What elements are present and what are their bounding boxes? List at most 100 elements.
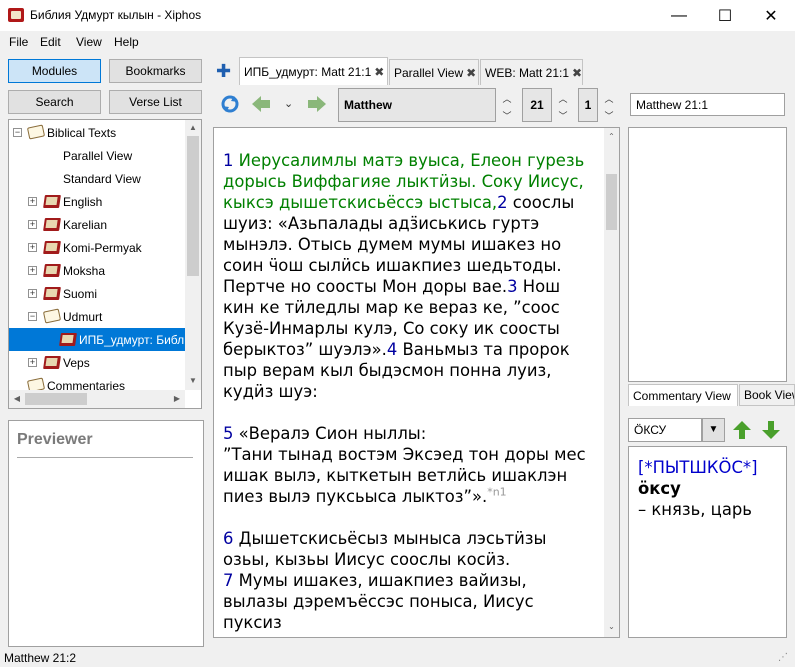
- verse-down-icon[interactable]: ﹀: [600, 109, 618, 122]
- add-tab-icon[interactable]: ✚: [216, 61, 231, 82]
- scroll-right-icon[interactable]: ▶: [169, 394, 185, 403]
- book-down-icon[interactable]: ﹀: [498, 109, 516, 122]
- close-tab-icon[interactable]: ✖: [572, 66, 582, 80]
- tree-item-label: Komi-Permyak: [63, 240, 142, 255]
- verse-number[interactable]: 3: [507, 277, 517, 296]
- tree-vscroll-thumb[interactable]: [187, 136, 199, 276]
- tab-label: Book View: [744, 388, 795, 402]
- verse-number[interactable]: 5: [223, 424, 233, 443]
- refresh-icon[interactable]: [220, 94, 240, 114]
- footnote-marker[interactable]: *n1: [487, 486, 506, 499]
- tree-item-udmurt[interactable]: − Udmurt: [9, 305, 185, 328]
- tree-vertical-scrollbar[interactable]: ▲ ▼: [185, 120, 201, 390]
- chapter-field[interactable]: 21: [522, 88, 552, 122]
- tree-item-ipb-udmurt[interactable]: ИПБ_удмурт: Библ: [9, 328, 185, 351]
- verse-number[interactable]: 4: [387, 340, 397, 359]
- expand-icon[interactable]: +: [28, 243, 37, 252]
- tree-item-label: Suomi: [63, 286, 98, 301]
- book-icon: [43, 356, 61, 369]
- tab-ipb-udmurt[interactable]: ИПБ_удмурт: Matt 21:1 ✖: [239, 57, 388, 85]
- book-up-icon[interactable]: ︿: [498, 92, 516, 105]
- modules-button[interactable]: Modules: [8, 59, 101, 83]
- history-dropdown-icon[interactable]: ⌄: [284, 97, 293, 110]
- verse-number[interactable]: 6: [223, 529, 233, 548]
- tab-label: Parallel View: [394, 65, 464, 80]
- tree-item-biblical-texts[interactable]: − Biblical Texts: [9, 121, 185, 144]
- forward-icon[interactable]: [308, 96, 326, 115]
- reference-entry[interactable]: Matthew 21:1: [630, 93, 785, 116]
- verse-up-icon[interactable]: ︿: [600, 92, 618, 105]
- tree-item-parallel-view[interactable]: Parallel View: [9, 144, 185, 167]
- tree-item-moksha[interactable]: + Moksha: [9, 259, 185, 282]
- text-paragraph: 1 Иерусалимлы матэ вуыса, Елеон гурезь д…: [223, 150, 593, 402]
- minimize-button[interactable]: —: [656, 0, 702, 31]
- expand-icon[interactable]: +: [28, 289, 37, 298]
- expand-icon[interactable]: +: [28, 358, 37, 367]
- close-button[interactable]: ✕: [748, 0, 794, 31]
- previewer-title: Previewer: [17, 431, 93, 448]
- chapter-down-icon[interactable]: ﹀: [554, 109, 572, 122]
- commentary-pane[interactable]: [628, 127, 787, 382]
- scroll-left-icon[interactable]: ◀: [9, 394, 25, 403]
- collapse-icon[interactable]: −: [13, 128, 22, 137]
- chapter-spinner[interactable]: ︿ ﹀: [554, 88, 572, 122]
- text-paragraph: 6 Дышетскисьёсыз мыныса лэсьтӥзы озьы, к…: [223, 528, 593, 633]
- verse-text: «Вералэ Сион ныллы: ”Тани тынад востэм Э…: [223, 424, 586, 506]
- tab-label: Commentary View: [633, 388, 731, 403]
- back-icon[interactable]: [252, 96, 270, 115]
- menu-edit[interactable]: Edit: [40, 35, 61, 49]
- book-spinner[interactable]: ︿ ﹀: [498, 88, 516, 122]
- menu-view[interactable]: View: [76, 35, 102, 49]
- verse-number[interactable]: 1: [223, 151, 233, 170]
- scroll-up-icon[interactable]: ▲: [185, 123, 201, 132]
- expand-icon[interactable]: +: [28, 197, 37, 206]
- expand-icon[interactable]: +: [28, 220, 37, 229]
- text-vertical-scrollbar[interactable]: ⌃ ⌄: [604, 128, 619, 637]
- scroll-down-icon[interactable]: ▼: [185, 376, 201, 385]
- tree-item-suomi[interactable]: + Suomi: [9, 282, 185, 305]
- menu-bar: File Edit View Help: [0, 31, 795, 53]
- tree-item-standard-view[interactable]: Standard View: [9, 167, 185, 190]
- collapse-icon[interactable]: −: [28, 312, 37, 321]
- expand-icon[interactable]: +: [28, 266, 37, 275]
- tree-item-label: Biblical Texts: [47, 125, 117, 140]
- dictionary-key-value: ӦКСУ: [634, 423, 667, 437]
- verse-value: 1: [584, 98, 592, 112]
- tree-item-english[interactable]: + English: [9, 190, 185, 213]
- close-tab-icon[interactable]: ✖: [466, 66, 476, 80]
- verse-field[interactable]: 1: [578, 88, 598, 122]
- module-tree[interactable]: − Biblical Texts Parallel View Standard …: [8, 119, 202, 409]
- close-tab-icon[interactable]: ✖: [374, 65, 384, 79]
- scroll-down-icon[interactable]: ⌄: [604, 622, 619, 631]
- maximize-button[interactable]: ☐: [702, 0, 748, 31]
- bible-text-pane[interactable]: 1 Иерусалимлы матэ вуыса, Елеон гурезь д…: [213, 127, 620, 638]
- tab-parallel-view[interactable]: Parallel View ✖: [389, 59, 479, 85]
- tree-hscroll-thumb[interactable]: [25, 393, 87, 405]
- tab-web[interactable]: WEB: Matt 21:1 ✖: [480, 59, 583, 85]
- next-entry-icon[interactable]: [762, 421, 780, 442]
- scroll-up-icon[interactable]: ⌃: [604, 132, 619, 141]
- tab-book-view[interactable]: Book View: [739, 384, 795, 406]
- verse-list-button[interactable]: Verse List: [109, 90, 202, 114]
- resize-grip-icon[interactable]: ⋰: [778, 652, 788, 663]
- text-vscroll-thumb[interactable]: [606, 174, 617, 230]
- menu-file[interactable]: File: [9, 35, 28, 49]
- previewer-divider: [17, 457, 193, 458]
- dictionary-key-entry[interactable]: ӦКСУ: [628, 418, 702, 442]
- verse-spinner[interactable]: ︿ ﹀: [600, 88, 618, 122]
- verse-number[interactable]: 7: [223, 571, 233, 590]
- verse-number[interactable]: 2: [497, 193, 507, 212]
- menu-help[interactable]: Help: [114, 35, 139, 49]
- chapter-up-icon[interactable]: ︿: [554, 92, 572, 105]
- dictionary-link[interactable]: [*ПЫТШКӦС*]: [638, 457, 786, 478]
- tree-item-karelian[interactable]: + Karelian: [9, 213, 185, 236]
- search-button[interactable]: Search: [8, 90, 101, 114]
- tree-item-komi-permyak[interactable]: + Komi-Permyak: [9, 236, 185, 259]
- dictionary-dropdown-icon[interactable]: ▼: [702, 418, 725, 442]
- bookmarks-button[interactable]: Bookmarks: [109, 59, 202, 83]
- book-selector[interactable]: Matthew: [338, 88, 496, 122]
- tab-commentary-view[interactable]: Commentary View: [628, 384, 738, 406]
- previous-entry-icon[interactable]: [733, 421, 751, 442]
- tree-horizontal-scrollbar[interactable]: ◀ ▶: [9, 390, 185, 408]
- tree-item-veps[interactable]: + Veps: [9, 351, 185, 374]
